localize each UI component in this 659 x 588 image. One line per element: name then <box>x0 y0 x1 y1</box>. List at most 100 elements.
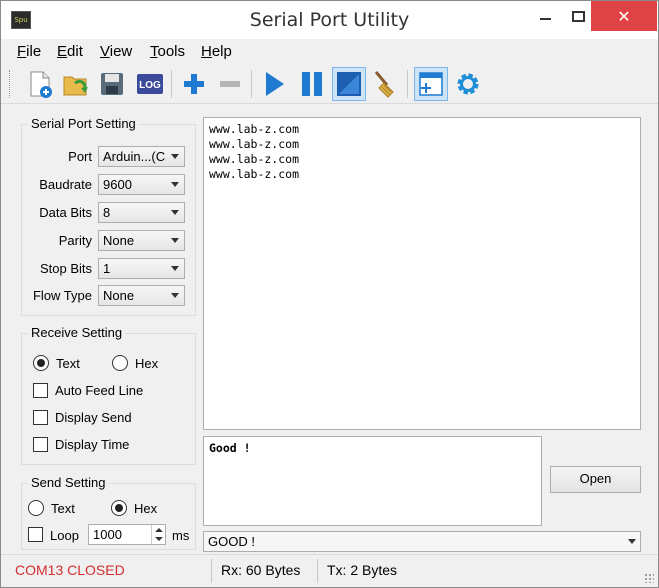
send-text-label: Text <box>51 501 75 516</box>
stop-bits-label: Stop Bits <box>39 261 92 276</box>
auto-feed-line-label: Auto Feed Line <box>55 383 144 398</box>
toolbar: LOG <box>1 64 658 104</box>
receive-line: www.lab-z.com <box>209 122 300 136</box>
menu-view[interactable]: View <box>100 43 132 60</box>
chevron-down-icon <box>171 293 179 298</box>
close-button[interactable]: ✕ <box>591 1 657 31</box>
menu-edit[interactable]: Edit <box>57 43 83 60</box>
send-setting-title: Send Setting <box>28 475 109 490</box>
data-bits-select[interactable]: 8 <box>98 202 185 223</box>
receive-line: www.lab-z.com <box>209 152 300 166</box>
data-bits-label: Data Bits <box>39 205 92 220</box>
clear-button[interactable] <box>369 67 403 101</box>
settings-button[interactable] <box>451 67 485 101</box>
save-button[interactable] <box>95 67 129 101</box>
pause-icon <box>302 72 322 96</box>
send-textarea[interactable]: Good ! <box>203 436 542 526</box>
remove-icon <box>220 81 240 87</box>
chevron-up-icon <box>155 528 163 532</box>
new-file-icon <box>30 71 52 98</box>
status-divider <box>317 559 318 583</box>
chevron-down-icon <box>171 182 179 187</box>
display-send-checkbox[interactable] <box>33 410 48 425</box>
broom-icon <box>374 71 394 98</box>
menu-bar: File Edit View Tools Help <box>1 39 658 63</box>
log-icon-text: LOG <box>139 80 161 91</box>
chevron-down-icon <box>171 210 179 215</box>
loop-interval-stepper[interactable]: 1000 <box>88 524 166 545</box>
open-folder-icon <box>63 76 88 96</box>
tx-count: Tx: 2 Bytes <box>327 562 398 578</box>
send-hex-radio[interactable] <box>111 500 127 516</box>
parity-select[interactable]: None <box>98 230 185 251</box>
loop-label: Loop <box>50 528 79 543</box>
display-send-label: Display Send <box>55 410 132 425</box>
pause-button[interactable] <box>295 67 329 101</box>
port-select[interactable]: Arduin...(C <box>98 146 185 167</box>
status-divider <box>211 559 212 583</box>
app-window: Spu Serial Port Utility ✕ File Edit View… <box>0 0 659 588</box>
log-icon: LOG <box>137 74 163 94</box>
settings-gear-icon <box>457 73 479 95</box>
fullscreen-button[interactable] <box>332 67 366 101</box>
parity-label: Parity <box>58 233 92 248</box>
send-hex-label: Hex <box>134 501 158 516</box>
add-button[interactable] <box>177 67 211 101</box>
stop-bits-select[interactable]: 1 <box>98 258 185 279</box>
receive-text-radio[interactable] <box>33 355 49 371</box>
resize-grip[interactable] <box>644 573 654 583</box>
title-bar: Spu Serial Port Utility ✕ <box>1 1 658 39</box>
send-history-select[interactable]: GOOD ! <box>203 531 641 552</box>
ms-label: ms <box>172 528 190 543</box>
rx-count: Rx: 60 Bytes <box>221 562 301 578</box>
auto-feed-line-checkbox[interactable] <box>33 383 48 398</box>
toolbar-separator <box>171 70 172 98</box>
play-icon <box>266 72 284 96</box>
close-icon: ✕ <box>617 6 631 26</box>
toolbar-grip[interactable] <box>9 70 12 98</box>
open-port-button[interactable]: Open <box>550 466 641 493</box>
fullscreen-icon <box>337 72 361 96</box>
chevron-down-icon <box>171 154 179 159</box>
serial-port-setting-group: Serial Port Setting Port Arduin...(C Bau… <box>21 116 196 316</box>
window-layout-icon <box>419 72 443 96</box>
status-bar: COM13 CLOSED Rx: 60 Bytes Tx: 2 Bytes <box>1 554 658 587</box>
receive-textarea[interactable]: www.lab-z.com www.lab-z.com www.lab-z.co… <box>203 117 641 430</box>
stepper-buttons[interactable] <box>151 525 165 544</box>
save-icon <box>101 73 123 95</box>
open-button-toolbar[interactable] <box>59 67 93 101</box>
window-layout-button[interactable] <box>414 67 448 101</box>
log-button[interactable]: LOG <box>133 67 167 101</box>
remove-button[interactable] <box>213 67 247 101</box>
toolbar-separator <box>407 70 408 98</box>
menu-file[interactable]: File <box>17 43 41 60</box>
display-time-checkbox[interactable] <box>33 437 48 452</box>
receive-setting-title: Receive Setting <box>28 325 126 340</box>
new-button[interactable] <box>23 67 57 101</box>
display-time-label: Display Time <box>55 437 130 452</box>
send-text: Good ! <box>209 441 251 455</box>
chevron-down-icon <box>628 539 636 544</box>
send-text-radio[interactable] <box>28 500 44 516</box>
chevron-down-icon <box>171 238 179 243</box>
send-setting-group: Send Setting Text Hex Loop 1000 ms <box>21 475 196 550</box>
receive-hex-radio[interactable] <box>112 355 128 371</box>
receive-text-label: Text <box>56 356 80 371</box>
flow-type-label: Flow Type <box>32 288 92 303</box>
minimize-icon <box>539 18 551 20</box>
chevron-down-icon <box>171 266 179 271</box>
receive-setting-group: Receive Setting Text Hex Auto Feed Line … <box>21 325 196 465</box>
receive-line: www.lab-z.com <box>209 137 300 151</box>
menu-help[interactable]: Help <box>201 43 232 60</box>
port-label: Port <box>68 149 92 164</box>
baudrate-select[interactable]: 9600 <box>98 174 185 195</box>
add-icon <box>184 74 204 94</box>
receive-hex-label: Hex <box>135 356 159 371</box>
port-status: COM13 CLOSED <box>15 562 125 578</box>
loop-checkbox[interactable] <box>28 527 43 542</box>
play-button[interactable] <box>257 67 291 101</box>
menu-tools[interactable]: Tools <box>150 43 185 60</box>
flow-type-select[interactable]: None <box>98 285 185 306</box>
chevron-down-icon <box>155 537 163 541</box>
maximize-icon <box>571 10 585 22</box>
